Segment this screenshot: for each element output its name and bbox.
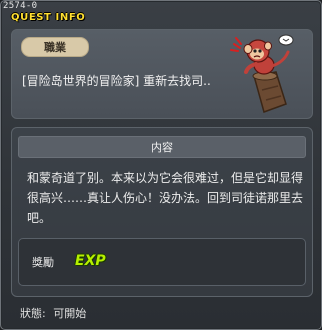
reward-box: 獎勵 EXP bbox=[18, 238, 306, 286]
status-value: 可開始 bbox=[53, 307, 87, 320]
job-panel: 職業 [冒险岛世界的冒险家] 重新去找司.. bbox=[11, 29, 313, 119]
content-panel: 内容 和蒙奇道了别。本来以为它会很难过，但是它却显得很高兴……真让人伤心！没办法… bbox=[11, 127, 313, 297]
content-header: 内容 bbox=[18, 136, 306, 158]
quest-info-window: 2574-0 QUEST INFO 職業 [冒险岛世界的冒险家] 重新去找司.. bbox=[0, 0, 322, 330]
quest-description: 和蒙奇道了别。本来以为它会很难过，但是它却显得很高兴……真让人伤心！没办法。回到… bbox=[27, 171, 304, 225]
reward-label: 獎勵 bbox=[32, 256, 54, 269]
exp-reward-icon: EXP bbox=[75, 253, 106, 269]
quest-status: 狀態: 可開始 bbox=[20, 305, 86, 321]
monkey-character-icon bbox=[230, 34, 294, 113]
job-badge: 職業 bbox=[21, 37, 89, 57]
job-description: [冒险岛世界的冒险家] 重新去找司.. bbox=[22, 74, 211, 88]
quest-id: 2574-0 bbox=[3, 1, 38, 11]
window-title: QUEST INFO bbox=[11, 12, 86, 23]
status-label: 狀態: bbox=[20, 307, 46, 320]
